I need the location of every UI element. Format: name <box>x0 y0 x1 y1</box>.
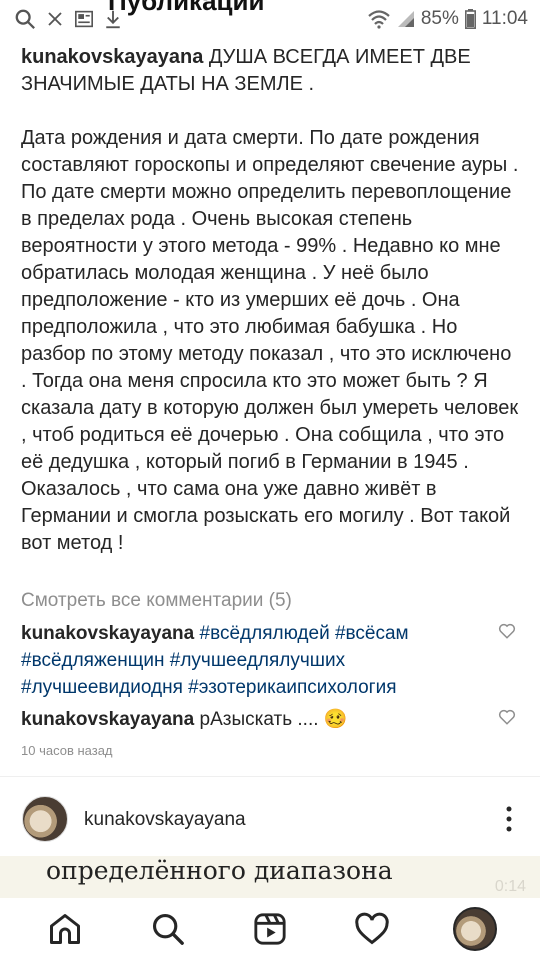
nav-activity[interactable] <box>348 905 396 953</box>
caption-username[interactable]: kunakovskayayana <box>21 46 203 68</box>
post-caption: kunakovskayayana ДУША ВСЕГДА ИМЕЕТ ДВЕ З… <box>21 44 521 557</box>
comment-item: kunakovskayayana #всёдлялюдей #всёсам #в… <box>21 620 491 701</box>
post-media[interactable]: определённого диапазона 0:14 <box>0 856 540 900</box>
heart-icon <box>355 912 390 945</box>
search-icon <box>152 913 184 945</box>
wifi-icon <box>368 10 390 29</box>
comment-username[interactable]: kunakovskayayana <box>21 709 194 730</box>
next-post-header: kunakovskayayana <box>0 790 540 850</box>
caption-body: Дата рождения и дата смерти. По дате рож… <box>21 127 519 554</box>
reels-icon <box>254 913 286 945</box>
comment-username[interactable]: kunakovskayayana <box>21 623 194 644</box>
bottom-nav <box>0 898 540 960</box>
comment-text: рАзыскать .... <box>199 709 319 730</box>
clock: 11:04 <box>481 8 528 29</box>
heart-icon[interactable] <box>498 708 516 726</box>
comment-emoji: 🥴 <box>323 709 348 730</box>
page-title: Публикации <box>108 0 265 16</box>
nav-reels[interactable] <box>246 905 294 953</box>
comment-item: kunakovskayayana рАзыскать .... 🥴 <box>21 706 491 733</box>
heart-icon[interactable] <box>498 622 516 640</box>
status-right: 85% 11:04 <box>367 8 528 30</box>
news-icon <box>75 10 93 28</box>
post-username[interactable]: kunakovskayayana <box>84 809 246 831</box>
more-icon[interactable] <box>506 806 512 832</box>
nav-home[interactable] <box>41 905 89 953</box>
battery-percent: 85% <box>420 8 459 29</box>
battery-icon <box>464 9 476 29</box>
post-timestamp: 10 часов назад <box>21 743 113 758</box>
home-icon <box>50 914 81 944</box>
status-left-icons <box>14 8 122 30</box>
search-icon <box>15 9 35 29</box>
media-overlay-text: определённого диапазона <box>46 856 393 885</box>
status-bar: Публикации 85% 11:04 <box>0 0 540 40</box>
nav-search[interactable] <box>144 905 192 953</box>
avatar[interactable] <box>22 796 68 842</box>
view-all-comments-link[interactable]: Смотреть все комментарии (5) <box>21 590 292 612</box>
avatar <box>452 907 497 951</box>
signal-icon <box>397 11 414 27</box>
video-duration: 0:14 <box>494 878 526 895</box>
nav-profile[interactable] <box>451 905 499 953</box>
close-icon <box>48 12 62 26</box>
divider <box>0 776 540 777</box>
